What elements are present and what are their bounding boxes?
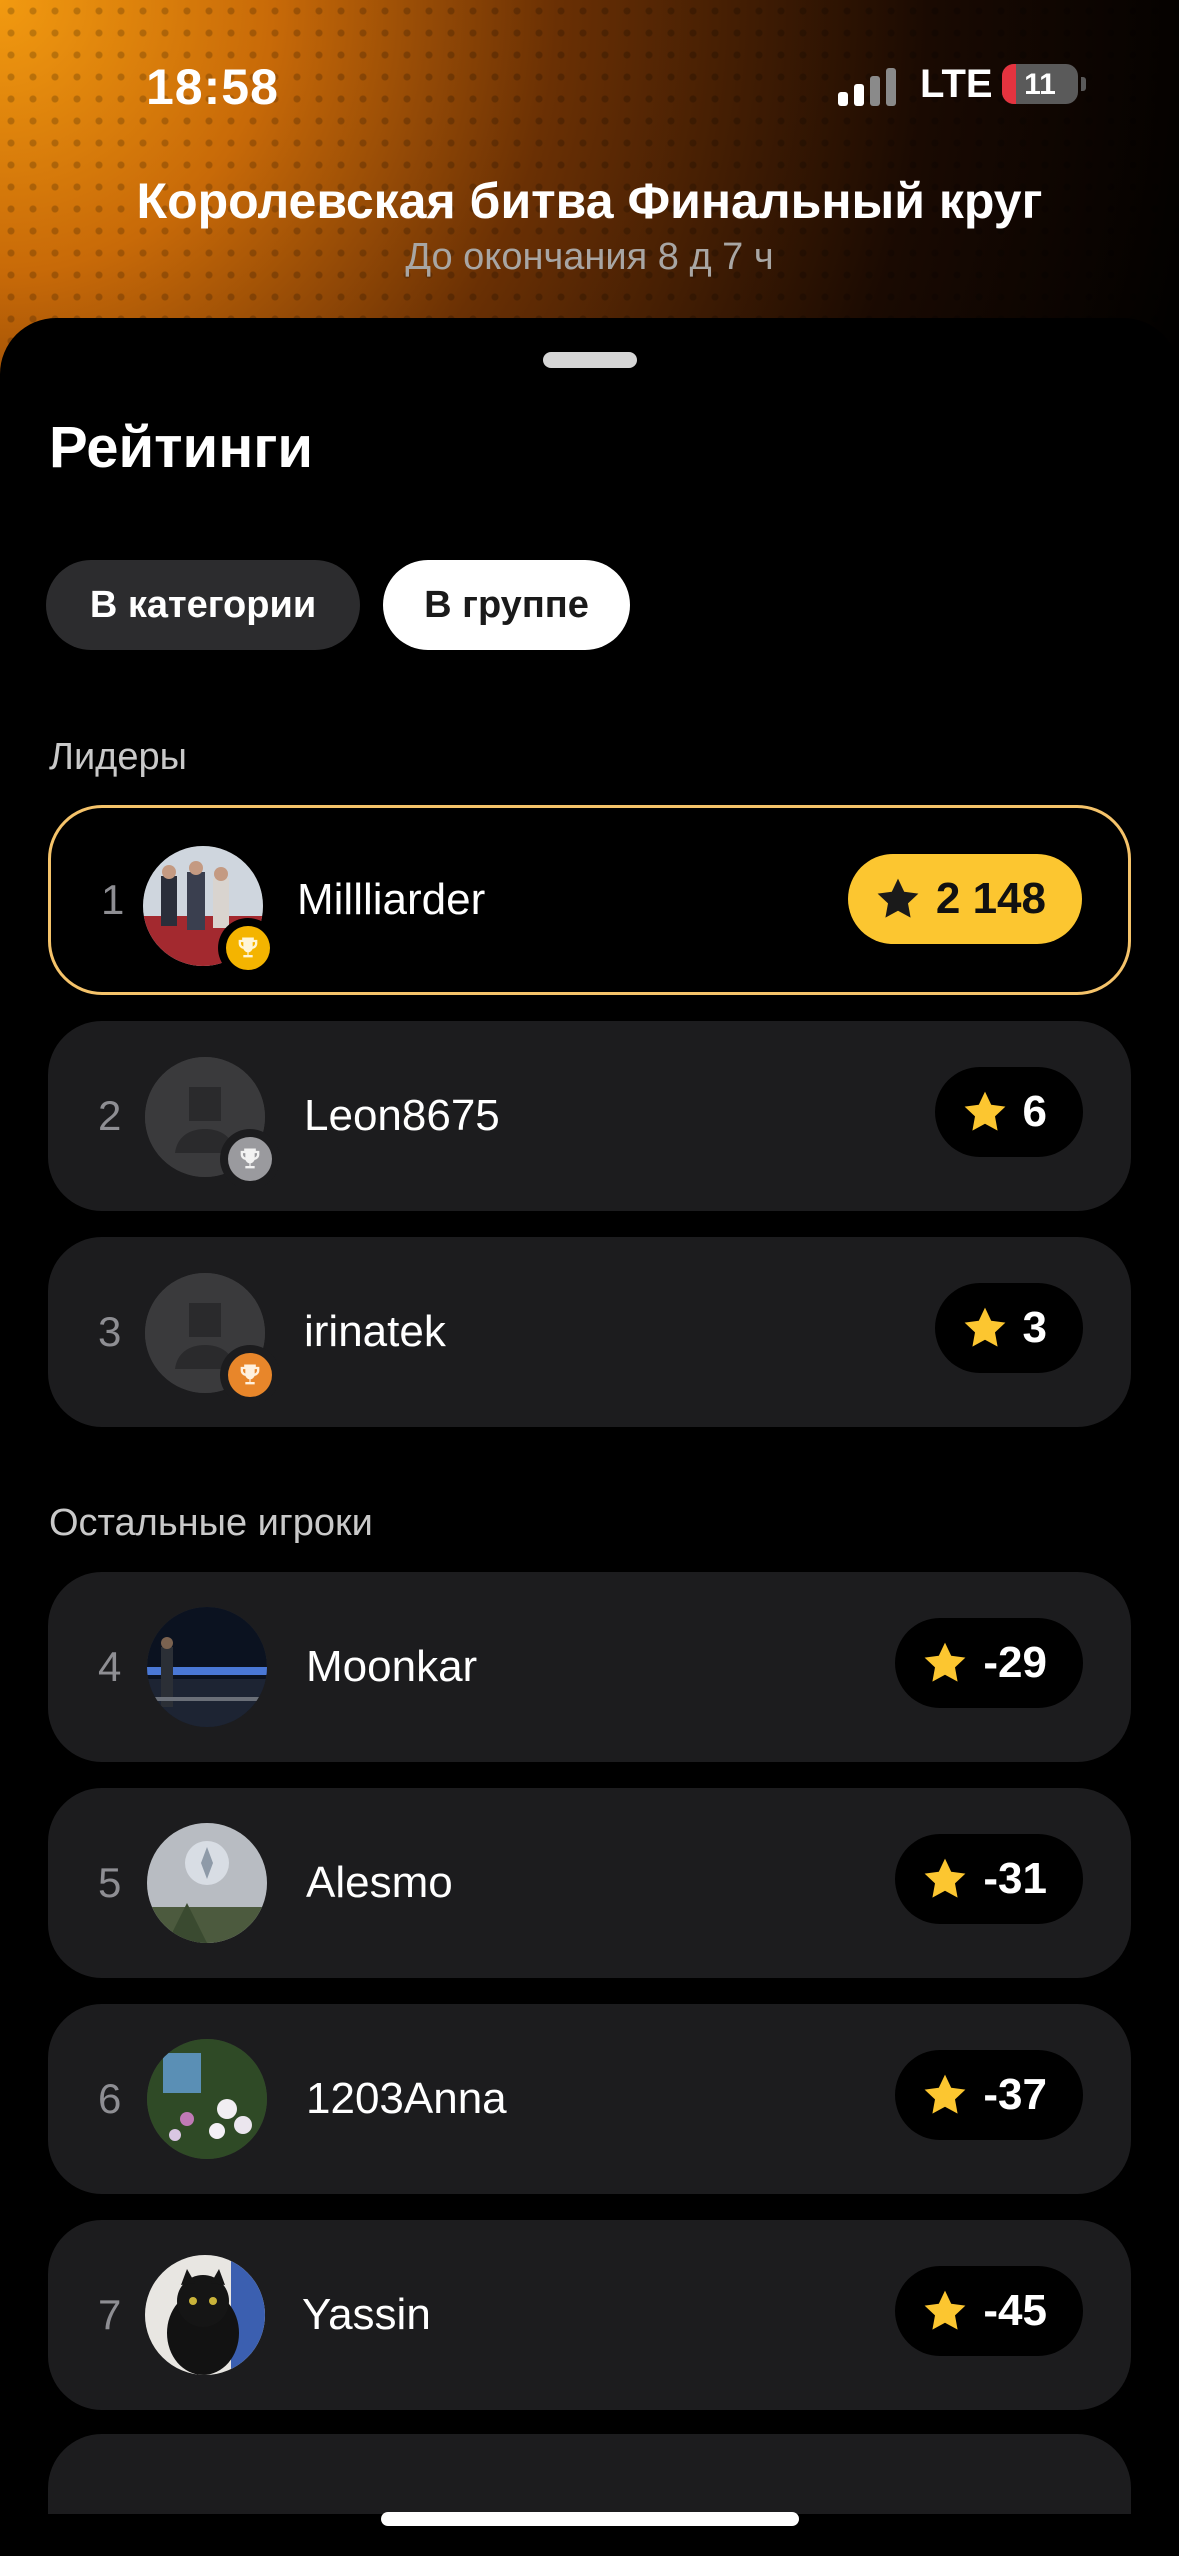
leaderboard-row-partial[interactable]	[48, 2434, 1131, 2514]
rank-number: 2	[98, 1092, 122, 1139]
event-countdown: До окончания 8 д 7 ч	[405, 236, 774, 278]
rank-number: 1	[101, 876, 125, 923]
star-icon	[961, 1088, 1009, 1136]
score-badge: -29	[895, 1618, 1083, 1708]
silver-trophy-icon	[220, 1129, 280, 1189]
network-type: LTE	[920, 62, 993, 106]
score-badge: -37	[895, 2050, 1083, 2140]
status-time: 18:58	[146, 59, 279, 115]
rank-number: 6	[98, 2075, 122, 2122]
player-name: Leon8675	[304, 1091, 500, 1140]
score-badge: -45	[895, 2266, 1083, 2356]
leaderboard-row[interactable]: 1 Millliarder 2 148	[48, 805, 1131, 995]
score-value: 3	[1022, 1303, 1047, 1352]
player-name: Alesmo	[306, 1858, 453, 1907]
score-value: -31	[983, 1854, 1047, 1903]
score-value: -29	[983, 1638, 1047, 1687]
gold-trophy-icon	[218, 918, 278, 978]
home-indicator[interactable]	[381, 2512, 799, 2526]
score-value: 2 148	[935, 874, 1046, 923]
avatar	[147, 1823, 267, 1943]
score-badge: -31	[895, 1834, 1083, 1924]
battery-icon: 11	[1002, 64, 1078, 104]
player-name: Moonkar	[306, 1642, 478, 1691]
star-icon	[921, 1855, 969, 1903]
player-name: Millliarder	[297, 875, 486, 924]
leaderboard-row[interactable]: 6 1203Anna -37	[48, 2004, 1131, 2194]
sheet-drag-handle[interactable]	[543, 352, 637, 368]
rank-number: 5	[98, 1859, 122, 1906]
bronze-trophy-icon	[220, 1345, 280, 1405]
player-name: irinatek	[304, 1307, 446, 1356]
leaderboard-row[interactable]: 3 irinatek 3	[48, 1237, 1131, 1427]
score-badge: 2 148	[847, 854, 1082, 944]
page-title: Рейтинги	[49, 415, 314, 480]
cellular-signal-icon	[838, 68, 896, 106]
star-icon	[921, 1639, 969, 1687]
leaderboard-row[interactable]: 5 Alesmo -31	[48, 1788, 1131, 1978]
star-icon	[961, 1304, 1009, 1352]
player-name: 1203Anna	[306, 2074, 507, 2123]
tab-in-category[interactable]: В категории	[46, 560, 360, 650]
event-title: Королевская битва Финальный круг	[136, 173, 1043, 229]
star-icon	[874, 875, 922, 923]
battery-level: 11	[1024, 68, 1056, 101]
score-value: 6	[1022, 1087, 1047, 1136]
score-value: -37	[983, 2070, 1047, 2119]
avatar	[145, 2255, 265, 2375]
star-icon	[921, 2071, 969, 2119]
score-badge: 3	[934, 1283, 1083, 1373]
tab-in-group[interactable]: В группе	[383, 560, 630, 650]
avatar	[147, 2039, 267, 2159]
battery-tip	[1081, 77, 1086, 91]
score-badge: 6	[934, 1067, 1083, 1157]
leaderboard-row[interactable]: 7 Yassin -45	[48, 2220, 1131, 2410]
rank-number: 4	[98, 1643, 122, 1690]
avatar	[147, 1607, 267, 1727]
rank-number: 7	[98, 2291, 122, 2338]
player-name: Yassin	[302, 2290, 431, 2339]
leaderboard-row[interactable]: 2 Leon8675 6	[48, 1021, 1131, 1211]
leaderboard-row[interactable]: 4 Moonkar -29	[48, 1572, 1131, 1762]
star-icon	[921, 2287, 969, 2335]
other-players-section-label: Остальные игроки	[49, 1502, 373, 1544]
rank-number: 3	[98, 1308, 122, 1355]
score-value: -45	[983, 2286, 1047, 2335]
leaders-section-label: Лидеры	[49, 736, 187, 778]
